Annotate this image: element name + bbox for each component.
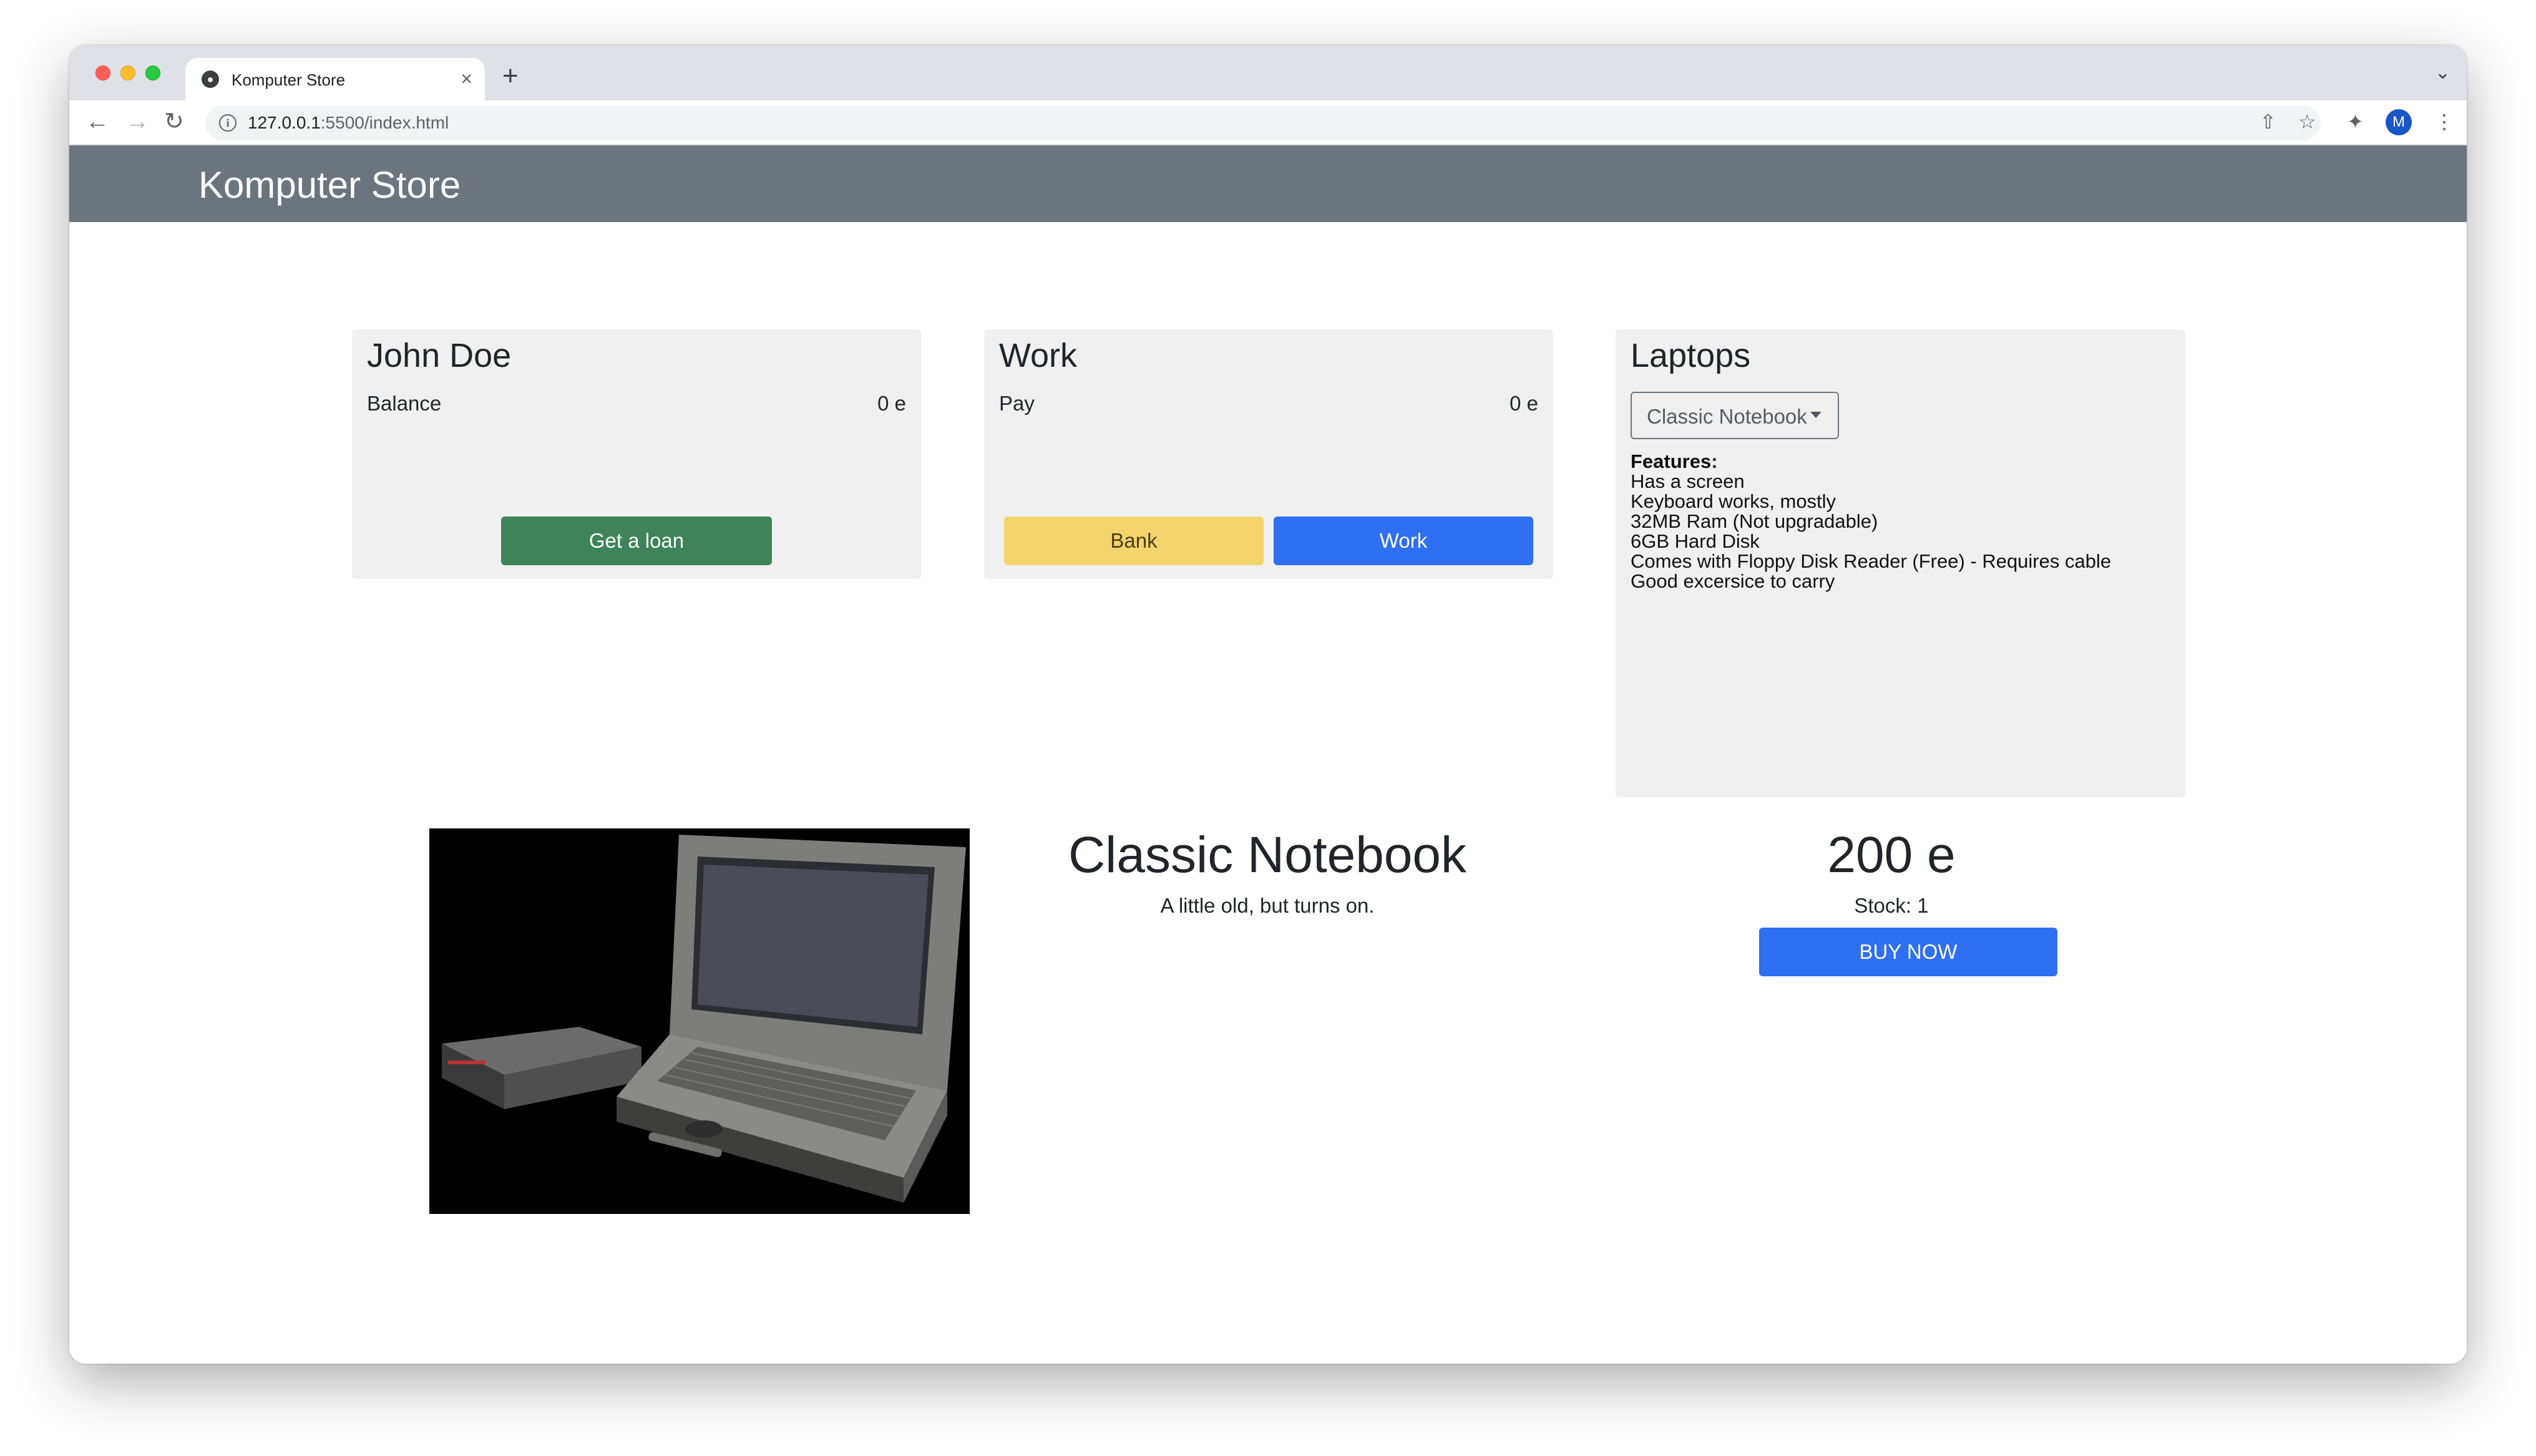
tab-strip: ● Komputer Store × + ⌄ (69, 46, 2467, 100)
laptop-image (429, 828, 970, 1214)
laptop-description: A little old, but turns on. (1160, 894, 1375, 917)
feature-item: Keyboard works, mostly (1631, 490, 1836, 512)
maximize-window-button[interactable] (145, 66, 160, 80)
caret-down-icon (1810, 412, 1822, 418)
url-host: 127.0.0.1 (248, 113, 321, 132)
feature-item: Comes with Floppy Disk Reader (Free) - R… (1631, 550, 2112, 572)
laptop-price: 200 e (1827, 827, 1956, 883)
pay-value: 0 e (1509, 392, 1538, 415)
features-heading: Features: (1631, 450, 1718, 472)
bank-card: John Doe Balance 0 e Get a loan (352, 329, 921, 579)
laptop-stock: Stock: 1 (1854, 894, 1929, 917)
profile-avatar[interactable]: M (2386, 109, 2412, 135)
balance-value: 0 e (877, 392, 906, 415)
site-brand[interactable]: Komputer Store (198, 164, 461, 206)
close-tab-icon[interactable]: × (461, 68, 472, 89)
bank-button[interactable]: Bank (1004, 517, 1264, 565)
feature-item: Has a screen (1631, 470, 1745, 492)
browser-tab[interactable]: ● Komputer Store × (185, 58, 485, 100)
globe-icon: ● (202, 70, 219, 88)
pay-label: Pay (999, 392, 1035, 415)
browser-toolbar: ← → ↻ i 127.0.0.1:5500/index.html ⇧ ☆ ✦ … (69, 100, 2467, 145)
bookmark-star-icon[interactable]: ☆ (2298, 110, 2316, 133)
address-bar[interactable]: i 127.0.0.1:5500/index.html (205, 105, 2321, 140)
work-card: Work Pay 0 e Bank Work (984, 329, 1553, 579)
browser-window: ● Komputer Store × + ⌄ ← → ↻ i 127.0.0.1… (69, 46, 2467, 1364)
laptop-select-dropdown[interactable]: Classic Notebook (1631, 392, 1839, 439)
forward-arrow-icon[interactable]: → (125, 109, 149, 134)
reload-icon[interactable]: ↻ (164, 109, 184, 134)
feature-item: 32MB Ram (Not upgradable) (1631, 510, 1878, 532)
laptop-illustration (429, 828, 970, 1214)
back-arrow-icon[interactable]: ← (85, 109, 109, 134)
share-icon[interactable]: ⇧ (2260, 110, 2276, 133)
site-info-icon[interactable]: i (219, 114, 237, 132)
buy-now-button[interactable]: BUY NOW (1759, 928, 2057, 976)
close-window-button[interactable] (95, 66, 110, 80)
laptop-name: Classic Notebook (1068, 827, 1467, 883)
site-navbar: Komputer Store (69, 145, 2467, 222)
work-button[interactable]: Work (1274, 517, 1533, 565)
more-menu-icon[interactable]: ⋮ (2434, 110, 2454, 133)
selected-laptop: Classic Notebook (1647, 405, 1807, 428)
extensions-puzzle-icon[interactable]: ✦ (2347, 110, 2364, 133)
features-list: Features: Has a screen Keyboard works, m… (1631, 452, 2167, 591)
get-loan-button[interactable]: Get a loan (501, 517, 772, 565)
customer-name: John Doe (367, 337, 512, 374)
laptops-title: Laptops (1631, 337, 1751, 374)
url-text[interactable]: 127.0.0.1:5500/index.html (248, 114, 449, 132)
balance-label: Balance (367, 392, 442, 415)
tab-title: Komputer Store (232, 70, 346, 89)
new-tab-icon[interactable]: + (502, 62, 519, 90)
feature-item: Good excersice to carry (1631, 570, 1835, 592)
tab-search-chevron-icon[interactable]: ⌄ (2435, 63, 2451, 83)
feature-item: 6GB Hard Disk (1631, 530, 1760, 552)
minimize-window-button[interactable] (120, 66, 135, 80)
work-title: Work (999, 337, 1078, 374)
laptops-card: Laptops Classic Notebook Features: Has a… (1616, 329, 2185, 797)
page-content: Komputer Store John Doe Balance 0 e Get … (69, 145, 2467, 1364)
url-path: :5500/index.html (320, 113, 449, 132)
